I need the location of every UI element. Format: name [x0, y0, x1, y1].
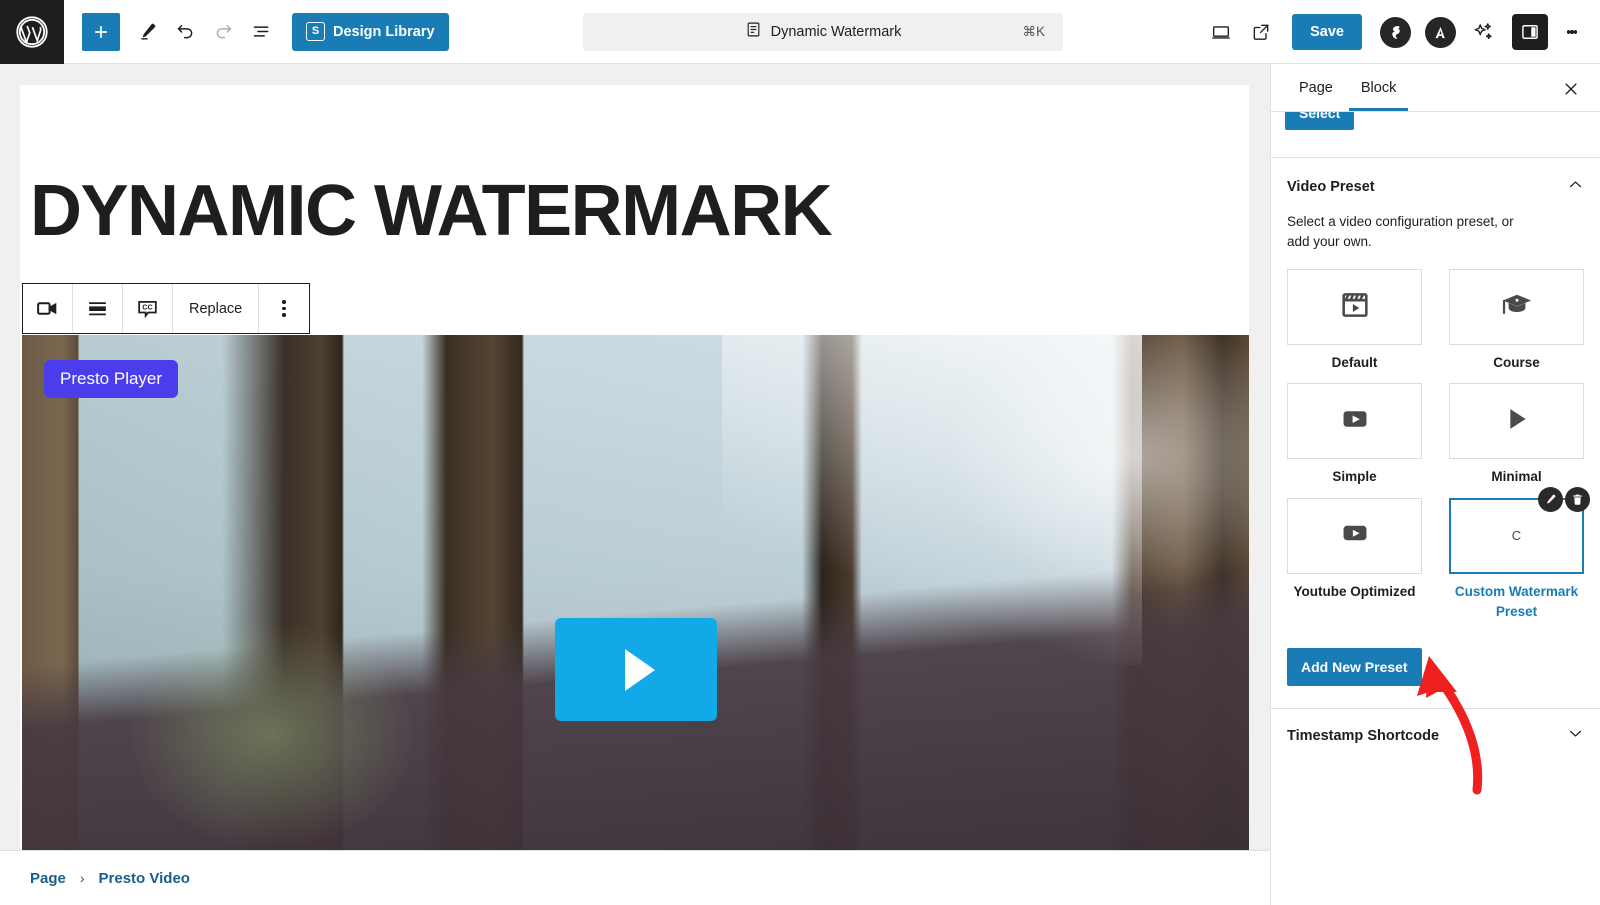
- youtube-play-icon: [1339, 517, 1371, 554]
- command-bar-shortcut: ⌘K: [1022, 24, 1045, 39]
- preset-thumbnail-text: C: [1511, 528, 1522, 544]
- preset-thumbnail[interactable]: [1449, 383, 1584, 460]
- preset-item-minimal[interactable]: Minimal: [1449, 383, 1584, 487]
- design-library-label: Design Library: [333, 23, 435, 40]
- closed-captions-icon[interactable]: CC: [123, 284, 173, 333]
- design-library-badge-icon: S: [306, 22, 325, 41]
- edit-tool-button[interactable]: [128, 13, 166, 51]
- design-library-button[interactable]: S Design Library: [292, 12, 449, 51]
- settings-panel-toggle[interactable]: [1512, 14, 1548, 50]
- tab-block[interactable]: Block: [1347, 64, 1410, 111]
- video-preset-panel-header[interactable]: Video Preset: [1287, 176, 1584, 198]
- preset-label: Simple: [1332, 469, 1377, 485]
- video-preset-grid: Default Course Simple Minimal Youtube Op…: [1287, 269, 1590, 623]
- editor-top-bar: S Design Library Dynamic Watermark ⌘K Sa…: [0, 0, 1600, 64]
- preset-thumbnail[interactable]: [1287, 497, 1422, 574]
- more-options-button[interactable]: [1554, 12, 1590, 52]
- post-content-sheet: DYNAMIC WATERMARK CC Replace Presto Play…: [20, 85, 1249, 864]
- preset-item-course[interactable]: Course: [1449, 269, 1584, 373]
- breadcrumb-separator-icon: ›: [79, 870, 85, 886]
- replace-media-button[interactable]: Replace: [173, 284, 260, 333]
- save-button[interactable]: Save: [1292, 14, 1362, 50]
- breadcrumb-item-page[interactable]: Page: [30, 870, 66, 887]
- preset-label: Default: [1331, 355, 1378, 371]
- breadcrumb-item-presto-video[interactable]: Presto Video: [99, 870, 190, 887]
- desktop-preview-icon[interactable]: [1202, 13, 1240, 51]
- preset-thumbnail[interactable]: [1287, 269, 1422, 346]
- chevron-down-icon[interactable]: [1567, 725, 1584, 747]
- command-bar-title: Dynamic Watermark: [770, 24, 902, 40]
- timestamp-shortcode-panel-title: Timestamp Shortcode: [1287, 728, 1440, 745]
- undo-button[interactable]: [166, 13, 204, 51]
- sparkles-icon[interactable]: [1464, 13, 1502, 51]
- preset-label: Custom Watermark Preset: [1454, 583, 1579, 619]
- film-play-icon: [1338, 288, 1372, 327]
- video-poster-image: [22, 335, 1249, 864]
- sidebar-scroll-area[interactable]: Select Video Preset Select a video confi…: [1271, 112, 1600, 905]
- preset-label: Minimal: [1491, 469, 1542, 485]
- preset-label: Youtube Optimized: [1293, 583, 1416, 599]
- add-block-button[interactable]: [82, 12, 120, 51]
- tab-page[interactable]: Page: [1285, 64, 1347, 111]
- command-bar[interactable]: Dynamic Watermark ⌘K: [583, 13, 1063, 51]
- sidebar-tabs: Page Block: [1271, 64, 1600, 112]
- preset-item-custom-watermark-preset[interactable]: C Custom Watermark Preset: [1449, 486, 1590, 623]
- trash-icon[interactable]: [1565, 486, 1590, 512]
- preset-item-youtube-optimized[interactable]: Youtube Optimized: [1287, 497, 1422, 623]
- svg-text:CC: CC: [142, 303, 153, 312]
- play-box-icon: [1339, 403, 1371, 440]
- preset-item-simple[interactable]: Simple: [1287, 383, 1422, 487]
- chevron-up-icon[interactable]: [1567, 176, 1584, 198]
- preset-thumbnail[interactable]: [1449, 269, 1584, 346]
- play-triangle-icon: [625, 648, 655, 691]
- breadcrumb: Page › Presto Video: [0, 850, 1270, 905]
- block-toolbar: CC Replace: [22, 283, 311, 334]
- play-triangle-icon: [1501, 403, 1533, 440]
- editor-canvas: DYNAMIC WATERMARK CC Replace Presto Play…: [0, 64, 1270, 905]
- top-bar-right-tools: Save: [1202, 0, 1590, 64]
- list-view-button[interactable]: [242, 13, 280, 51]
- select-row: Select: [1271, 112, 1600, 158]
- select-button[interactable]: Select: [1285, 112, 1355, 130]
- close-sidebar-icon[interactable]: [1558, 76, 1584, 102]
- presto-video-block[interactable]: Presto Player: [22, 335, 1249, 864]
- timestamp-shortcode-panel-header[interactable]: Timestamp Shortcode: [1271, 709, 1600, 763]
- external-link-icon[interactable]: [1242, 13, 1280, 51]
- bolt-circle-icon[interactable]: [1380, 16, 1411, 48]
- page-title[interactable]: DYNAMIC WATERMARK: [30, 175, 833, 247]
- analytics-circle-icon[interactable]: [1425, 16, 1456, 48]
- preset-item-default[interactable]: Default: [1287, 269, 1422, 373]
- block-more-options-button[interactable]: [259, 284, 309, 333]
- video-preset-panel: Video Preset Select a video configuratio…: [1271, 158, 1600, 710]
- presto-player-badge: Presto Player: [44, 360, 179, 398]
- redo-button[interactable]: [204, 13, 242, 51]
- preset-thumbnail[interactable]: [1287, 383, 1422, 460]
- page-document-icon: [745, 21, 762, 43]
- video-play-button[interactable]: [555, 618, 717, 721]
- settings-sidebar: Page Block Select Video Preset Select a …: [1270, 64, 1600, 905]
- add-new-preset-button[interactable]: Add New Preset: [1287, 648, 1422, 687]
- video-camera-icon[interactable]: [23, 284, 73, 333]
- top-bar-left-tools: S Design Library: [64, 12, 449, 51]
- preset-item-actions: [1538, 486, 1590, 512]
- preset-label: Course: [1493, 355, 1540, 371]
- video-preset-panel-title: Video Preset: [1287, 179, 1375, 195]
- video-preset-description: Select a video configuration preset, or …: [1287, 214, 1514, 249]
- align-full-width-icon[interactable]: [73, 284, 123, 333]
- pencil-edit-icon[interactable]: [1538, 486, 1563, 512]
- wordpress-logo-icon[interactable]: [0, 0, 64, 64]
- graduation-cap-icon: [1499, 287, 1535, 328]
